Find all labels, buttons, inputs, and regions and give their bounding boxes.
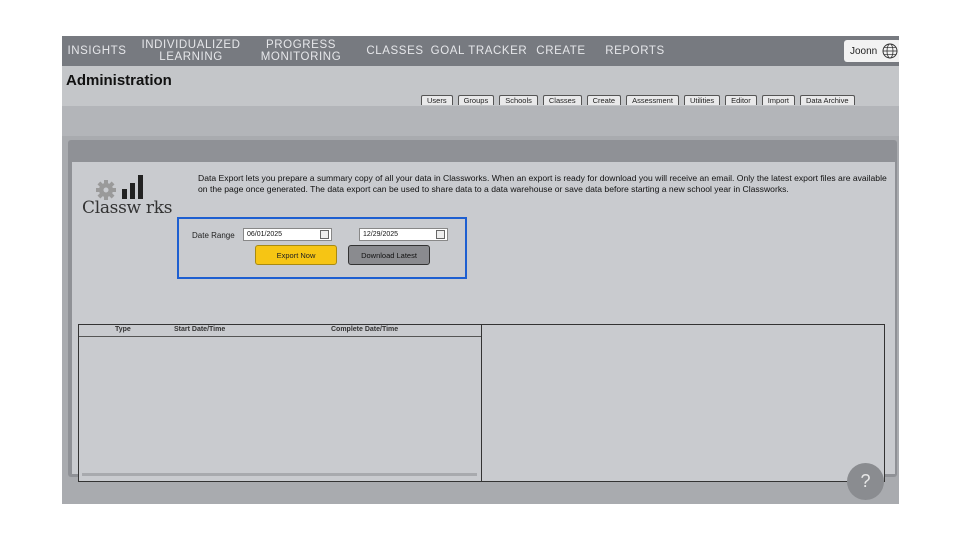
data-export-content: Classw rks Data Export lets you prepare … (72, 162, 895, 482)
export-detail-pane (481, 324, 885, 482)
tab-utilities[interactable]: Utilities (683, 95, 721, 105)
logo-bars-gear-icon (96, 175, 143, 200)
export-controls-box: Date Range 06/01/2025 12/29/2025 Export … (177, 217, 467, 279)
export-now-button[interactable]: Export Now (255, 245, 337, 265)
tab-editor[interactable]: Editor (725, 95, 757, 105)
logo-text: Classw rks (82, 198, 173, 218)
user-name: Joonn (850, 45, 878, 57)
tab-groups[interactable]: Groups (457, 95, 495, 105)
nav-individualized-learning[interactable]: INDIVIDUALIZED LEARNING (141, 36, 240, 66)
app-window: INSIGHTS INDIVIDUALIZED LEARNING PROGRES… (62, 36, 899, 504)
help-button[interactable]: ? (847, 463, 884, 500)
admin-tabs: Users Groups Schools Classes Create Asse… (421, 95, 855, 105)
nav-goal-tracker[interactable]: GOAL TRACKER (431, 36, 527, 66)
column-header-complete[interactable]: Complete Date/Time (331, 326, 398, 333)
calendar-icon[interactable] (436, 230, 445, 239)
horizontal-scrollbar[interactable] (82, 473, 477, 476)
column-header-type[interactable]: Type (115, 326, 131, 333)
date-range-label: Date Range (192, 231, 235, 240)
nav-reports[interactable]: REPORTS (604, 36, 666, 66)
nav-insights[interactable]: INSIGHTS (67, 36, 126, 66)
tab-users[interactable]: Users (421, 95, 453, 105)
start-date-field[interactable]: 06/01/2025 (243, 228, 332, 241)
nav-progress-monitoring[interactable]: PROGRESS MONITORING (258, 36, 344, 66)
tab-schools[interactable]: Schools (499, 95, 538, 105)
table-header: Type Start Date/Time Complete Date/Time (79, 325, 482, 337)
tab-create[interactable]: Create (586, 95, 622, 105)
data-export-panel: Classw rks Data Export lets you prepare … (68, 140, 897, 482)
download-latest-button[interactable]: Download Latest (348, 245, 430, 265)
export-description: Data Export lets you prepare a summary c… (198, 173, 887, 194)
nav-classes[interactable]: CLASSES (365, 36, 425, 66)
tab-data-archive[interactable]: Data Archive (799, 95, 855, 105)
export-history-table: Type Start Date/Time Complete Date/Time (78, 324, 483, 482)
calendar-icon[interactable] (320, 230, 329, 239)
tab-assessment[interactable]: Assessment (626, 95, 679, 105)
subheader-band (62, 106, 899, 136)
page-header: Administration Users Groups Schools Clas… (62, 66, 899, 106)
column-header-start[interactable]: Start Date/Time (174, 326, 225, 333)
globe-icon (882, 43, 898, 59)
tab-import[interactable]: Import (761, 95, 795, 105)
top-navigation: INSIGHTS INDIVIDUALIZED LEARNING PROGRES… (62, 36, 899, 66)
end-date-field[interactable]: 12/29/2025 (359, 228, 448, 241)
user-menu-button[interactable]: Joonn (844, 40, 899, 62)
tab-classes[interactable]: Classes (542, 95, 582, 105)
classworks-logo: Classw rks (82, 174, 182, 226)
nav-create[interactable]: CREATE (534, 36, 588, 66)
page-title: Administration (66, 72, 172, 89)
